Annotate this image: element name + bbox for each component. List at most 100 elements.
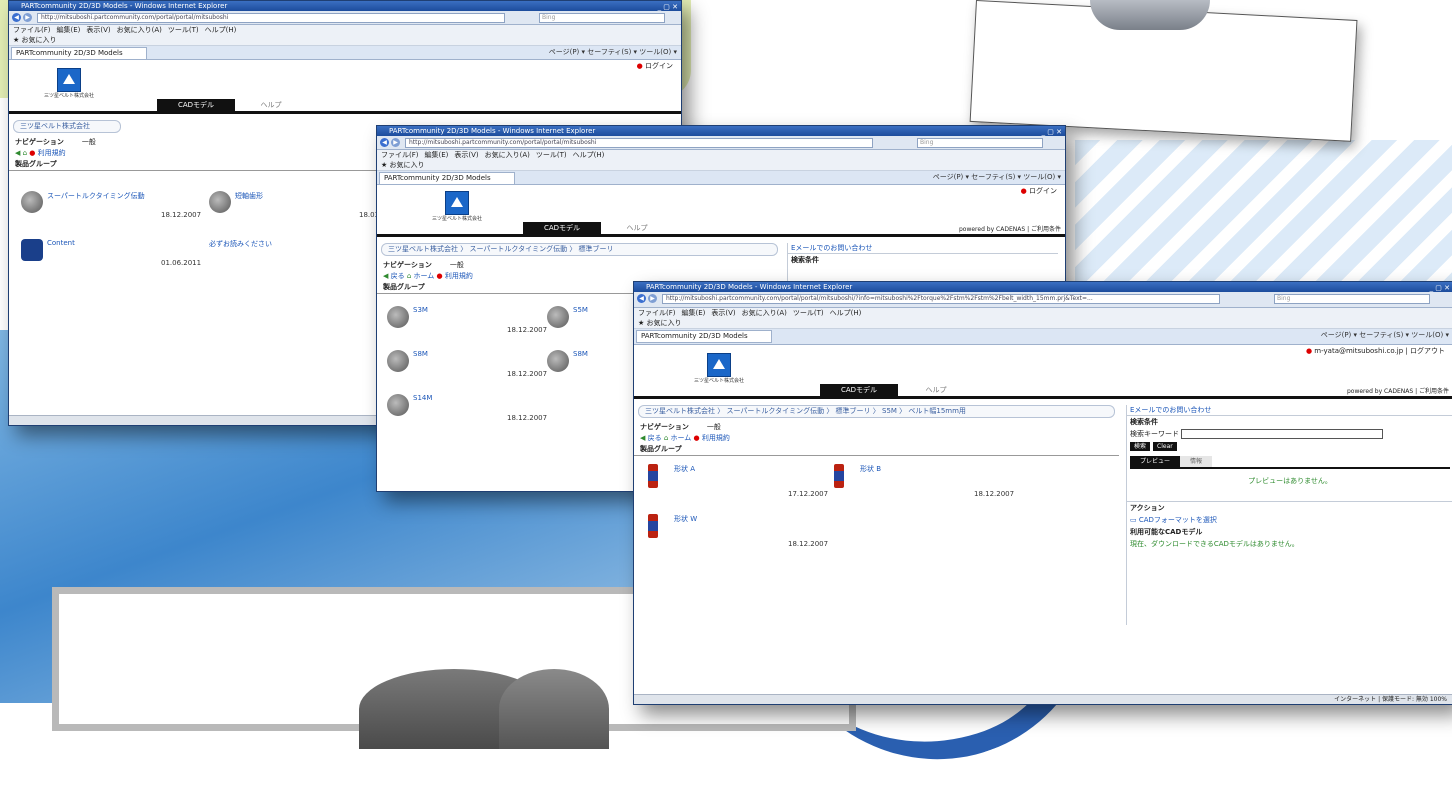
email-inquiry-link[interactable]: Eメールでのお問い合わせ	[1127, 405, 1452, 416]
favorites-label[interactable]: お気に入り	[22, 36, 57, 44]
item-label[interactable]: 短軸歯形	[235, 191, 263, 201]
breadcrumb[interactable]: 三ツ星ベルト株式会社 〉 スーパートルクタイミング伝動 〉 標準ブーリ	[381, 243, 778, 256]
menu-tools[interactable]: ツール(T)	[168, 26, 199, 34]
terms-link[interactable]: 利用規約	[38, 149, 66, 157]
item-label[interactable]: S8M	[413, 350, 428, 358]
home-icon[interactable]: ⌂	[407, 272, 414, 280]
menu-favorites[interactable]: お気に入り(A)	[117, 26, 162, 34]
item-label[interactable]: 形状 A	[674, 464, 695, 474]
breadcrumb[interactable]: 三ツ星ベルト株式会社 〉 スーパートルクタイミング伝動 〉 標準ブーリ 〉 S5…	[638, 405, 1115, 418]
favorites-icon[interactable]: ★	[13, 36, 22, 44]
email-inquiry-link[interactable]: Eメールでのお問い合わせ	[788, 243, 1058, 254]
menu-view[interactable]: 表示(V)	[86, 26, 110, 34]
favorites-icon[interactable]: ★	[638, 319, 647, 327]
back-icon[interactable]: ◀	[15, 149, 23, 157]
tab-cad-models[interactable]: CADモデル	[820, 384, 898, 396]
keyword-input[interactable]	[1181, 429, 1384, 439]
browser-tab[interactable]: PARTcommunity 2D/3D Models	[636, 330, 772, 343]
item-label[interactable]: 形状 B	[860, 464, 881, 474]
search-input[interactable]: Bing	[1274, 294, 1430, 304]
tab-cad-models[interactable]: CADモデル	[157, 99, 235, 111]
clear-button[interactable]: Clear	[1153, 442, 1177, 451]
site-logo[interactable]: 三ツ星ベルト株式会社	[39, 68, 99, 99]
tab-help[interactable]: ヘルプ	[607, 222, 667, 234]
menu-edit[interactable]: 編集(E)	[57, 26, 81, 34]
list-item[interactable]: 形状 B 18.12.2007	[834, 464, 1024, 504]
menu-help[interactable]: ヘルプ(H)	[830, 309, 862, 317]
tab-cad-models[interactable]: CADモデル	[523, 222, 601, 234]
tab-help[interactable]: ヘルプ	[906, 384, 966, 396]
back-icon[interactable]: ◀	[12, 13, 21, 22]
list-item[interactable]: 形状 A 17.12.2007	[648, 464, 838, 504]
powered-by[interactable]: powered by CADENAS | ご利用条件	[1347, 386, 1449, 395]
menu-edit[interactable]: 編集(E)	[682, 309, 706, 317]
favorites-label[interactable]: お気に入り	[647, 319, 682, 327]
logout-link[interactable]: ログアウト	[1410, 347, 1445, 355]
menu-view[interactable]: 表示(V)	[454, 151, 478, 159]
favorites-icon[interactable]: ★	[381, 161, 390, 169]
tab-info[interactable]: 情報	[1180, 456, 1213, 467]
url-input[interactable]: http://mitsuboshi.partcommunity.com/port…	[37, 13, 505, 23]
terms-link[interactable]: 利用規約	[702, 434, 730, 442]
toolbar-tools[interactable]: ページ(P) ▾ セーフティ(S) ▾ ツール(O) ▾	[549, 47, 677, 58]
search-input[interactable]: Bing	[917, 138, 1043, 148]
site-logo[interactable]: 三ツ星ベルト株式会社	[427, 191, 487, 222]
list-item[interactable]: Content 01.06.2011	[21, 239, 221, 273]
menu-help[interactable]: ヘルプ(H)	[573, 151, 605, 159]
cad-format-link[interactable]: ▭ CADフォーマットを選択	[1127, 514, 1452, 526]
browser-tab[interactable]: PARTcommunity 2D/3D Models	[11, 47, 147, 60]
login-link[interactable]: ログイン	[645, 62, 673, 70]
item-label[interactable]: Content	[47, 239, 75, 247]
tab-help[interactable]: ヘルプ	[241, 99, 301, 111]
list-item[interactable]: S14M 18.12.2007	[387, 394, 547, 428]
toolbar-tools[interactable]: ページ(P) ▾ セーフティ(S) ▾ ツール(O) ▾	[1321, 330, 1449, 341]
back-link[interactable]: 戻る	[391, 272, 405, 280]
back-icon[interactable]: ◀	[640, 434, 648, 442]
url-input[interactable]: http://mitsuboshi.partcommunity.com/port…	[662, 294, 1220, 304]
item-label[interactable]: S3M	[413, 306, 428, 314]
browser-tab[interactable]: PARTcommunity 2D/3D Models	[379, 172, 515, 185]
home-icon[interactable]: ⌂	[664, 434, 671, 442]
search-input[interactable]: Bing	[539, 13, 665, 23]
list-item[interactable]: S3M 18.12.2007	[387, 306, 547, 340]
favorites-label[interactable]: お気に入り	[390, 161, 425, 169]
menu-file[interactable]: ファイル(F)	[13, 26, 51, 34]
breadcrumb[interactable]: 三ツ星ベルト株式会社	[13, 120, 121, 133]
menu-view[interactable]: 表示(V)	[711, 309, 735, 317]
menu-file[interactable]: ファイル(F)	[638, 309, 676, 317]
menu-edit[interactable]: 編集(E)	[425, 151, 449, 159]
menu-file[interactable]: ファイル(F)	[381, 151, 419, 159]
back-icon[interactable]: ◀	[380, 138, 389, 147]
cad-format-label[interactable]: CADフォーマットを選択	[1139, 516, 1217, 524]
menu-tools[interactable]: ツール(T)	[536, 151, 567, 159]
url-input[interactable]: http://mitsuboshi.partcommunity.com/port…	[405, 138, 873, 148]
list-item[interactable]: 形状 W 18.12.2007	[648, 514, 838, 554]
back-icon[interactable]: ◀	[637, 294, 646, 303]
item-label[interactable]: 必ずお読みください	[209, 239, 272, 249]
tab-preview[interactable]: プレビュー	[1130, 456, 1181, 467]
item-label[interactable]: 形状 W	[674, 514, 697, 524]
home-link[interactable]: ホーム	[414, 272, 435, 280]
item-label[interactable]: スーパートルクタイミング伝動	[47, 191, 145, 201]
back-link[interactable]: 戻る	[648, 434, 662, 442]
item-label[interactable]: S5M	[573, 306, 588, 314]
site-logo[interactable]: 三ツ星ベルト株式会社	[689, 353, 749, 384]
forward-icon[interactable]: ▶	[23, 13, 32, 22]
forward-icon[interactable]: ▶	[648, 294, 657, 303]
menu-tools[interactable]: ツール(T)	[793, 309, 824, 317]
home-link[interactable]: ホーム	[671, 434, 692, 442]
toolbar-tools[interactable]: ページ(P) ▾ セーフティ(S) ▾ ツール(O) ▾	[933, 172, 1061, 183]
terms-link[interactable]: 利用規約	[445, 272, 473, 280]
search-button[interactable]: 検索	[1130, 442, 1151, 451]
back-icon[interactable]: ◀	[383, 272, 391, 280]
powered-by[interactable]: powered by CADENAS | ご利用条件	[959, 224, 1061, 233]
list-item[interactable]: S8M 18.12.2007	[387, 350, 547, 384]
menu-favorites[interactable]: お気に入り(A)	[485, 151, 530, 159]
item-label[interactable]: S14M	[413, 394, 432, 402]
item-label[interactable]: S8M	[573, 350, 588, 358]
menu-favorites[interactable]: お気に入り(A)	[742, 309, 787, 317]
menu-help[interactable]: ヘルプ(H)	[205, 26, 237, 34]
forward-icon[interactable]: ▶	[391, 138, 400, 147]
list-item[interactable]: スーパートルクタイミング伝動 18.12.2007	[21, 191, 221, 225]
login-link[interactable]: ログイン	[1029, 187, 1057, 195]
